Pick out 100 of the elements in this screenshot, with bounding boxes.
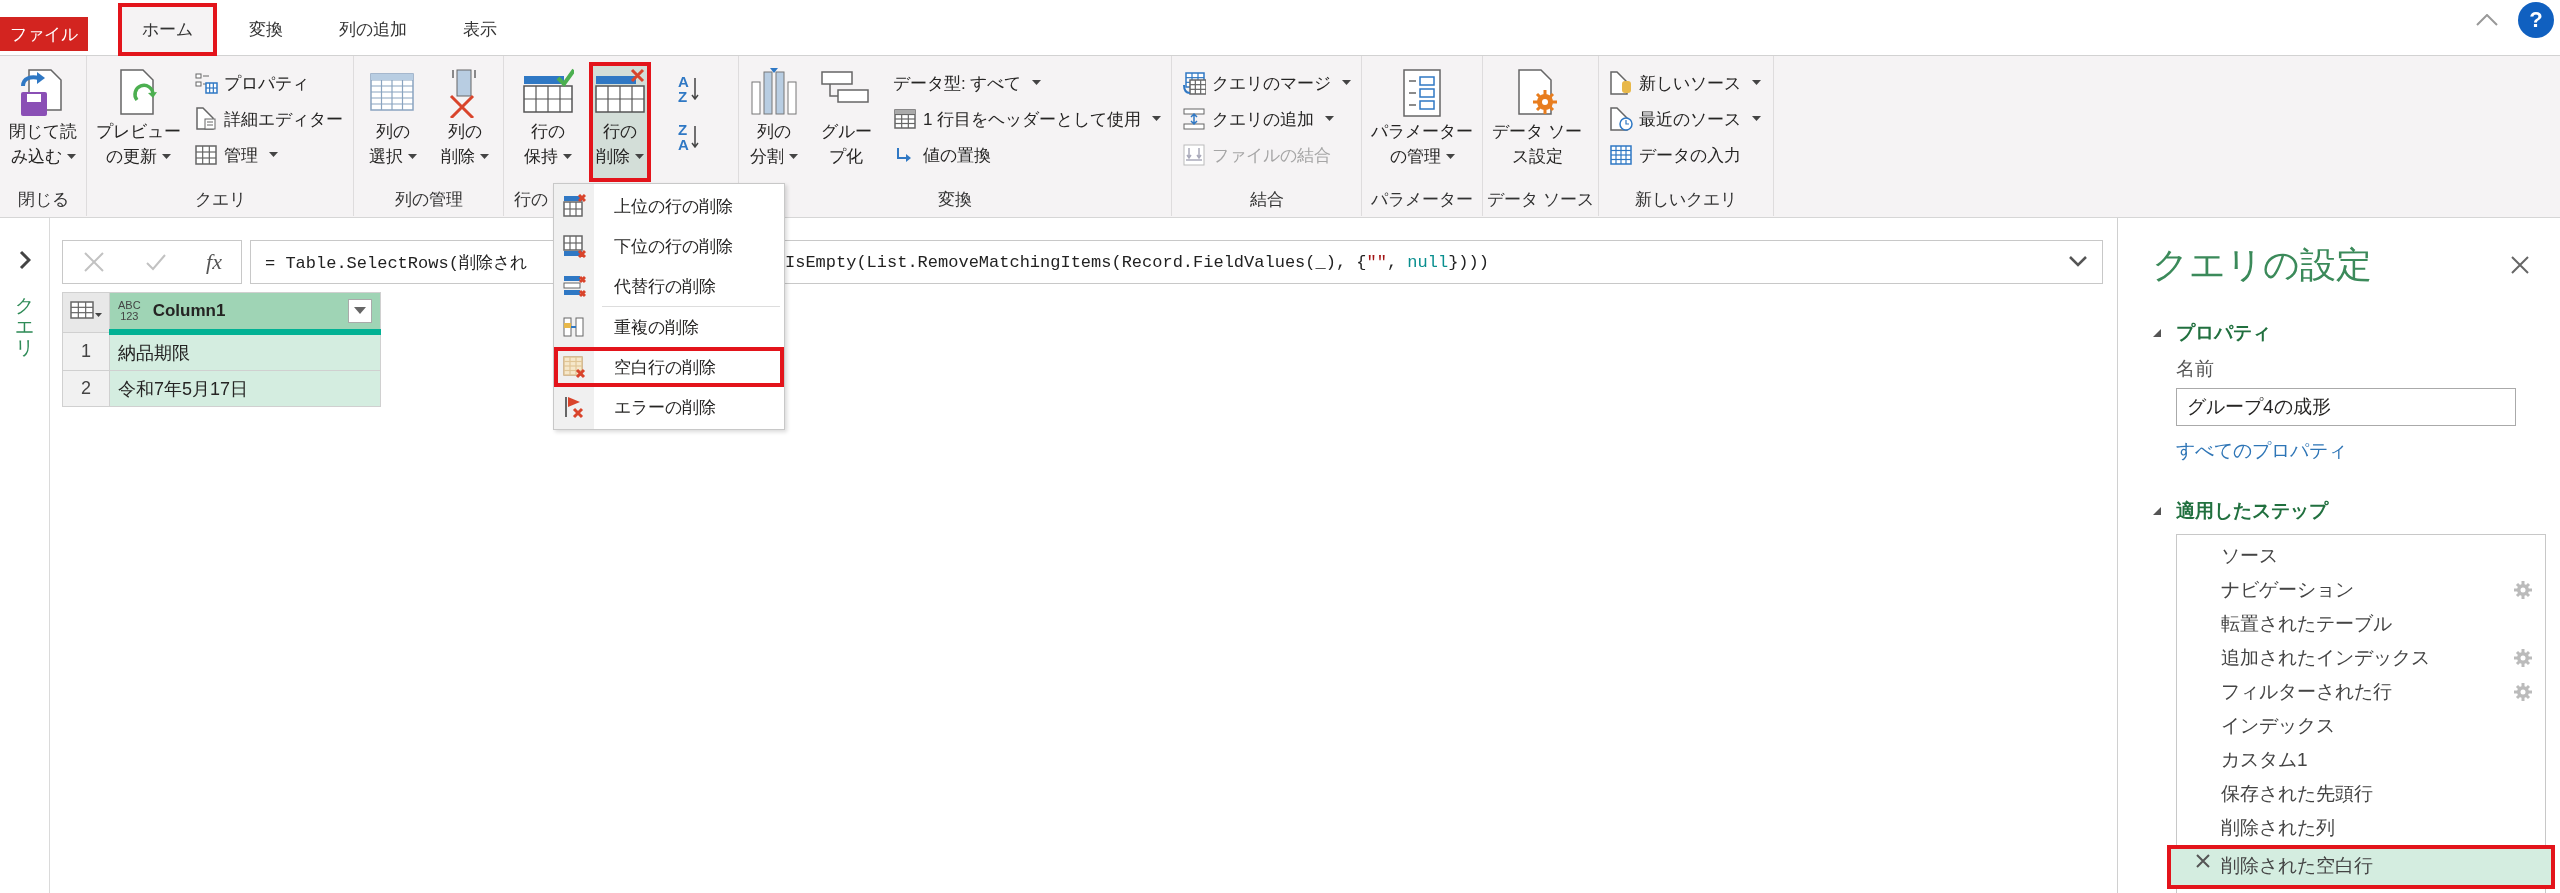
group-label: 行の [514, 188, 548, 211]
split-column-icon [748, 68, 800, 118]
error-flag-icon [562, 395, 586, 419]
ribbon-button[interactable]: クエリのマージ [1176, 66, 1358, 100]
file-tab[interactable]: ファイル [0, 17, 88, 51]
menu-item[interactable]: 下位の行の削除 [554, 226, 784, 266]
ribbon-button[interactable]: データの入力 [1602, 138, 1767, 172]
group-label: 結合 [1249, 188, 1284, 211]
editor-document-icon [194, 107, 218, 131]
applied-step[interactable]: インデックス [2177, 709, 2545, 743]
ribbon-button[interactable]: クエリの追加 [1176, 102, 1358, 136]
collapse-section-icon [2152, 506, 2162, 516]
properties-icon [194, 71, 218, 95]
ribbon-button[interactable]: データ ソー ス設定 [1487, 62, 1587, 182]
type-icon[interactable]: ABC 123 [118, 300, 141, 322]
formula-text[interactable]: = Table.SelectRows(削除され [265, 250, 541, 274]
ribbon-tab[interactable]: ホーム [118, 3, 217, 56]
caret-icon [563, 154, 572, 161]
filter-button[interactable] [348, 299, 372, 323]
caret-icon [1751, 116, 1761, 122]
applied-step[interactable]: フィルターされた行 [2177, 675, 2545, 709]
caret-icon [479, 154, 489, 161]
all-properties-link[interactable]: すべてのプロパティ [2176, 438, 2538, 464]
row-number: 1 [62, 332, 110, 371]
queries-pane-label[interactable]: クエリ [15, 296, 34, 359]
ribbon-button[interactable]: 行の 保持 [517, 62, 579, 182]
ribbon-button[interactable]: 詳細エディター [188, 102, 349, 136]
ribbon-button[interactable]: プレビュー の更新 [91, 62, 186, 182]
ribbon-button[interactable]: パラメーター の管理 [1366, 62, 1479, 182]
ribbon-button[interactable]: 1 行目をヘッダーとして使用 [887, 102, 1168, 136]
ribbon-button[interactable]: プロパティ [188, 66, 349, 100]
ribbon-button[interactable]: 閉じて読 み込む [4, 62, 82, 182]
rows-delete-icon [562, 194, 586, 218]
down-arrow-icon [690, 126, 699, 148]
applied-step[interactable]: 追加されたインデックス [2177, 641, 2545, 675]
applied-step[interactable]: 保存された先頭行 [2177, 777, 2545, 811]
ribbon-button[interactable]: 最近のソース [1602, 102, 1767, 136]
ribbon-button[interactable]: 列の 選択 [361, 62, 424, 182]
panel-title: クエリの設定 [2152, 242, 2372, 287]
column-header[interactable]: ABC 123 Column1 [109, 292, 381, 332]
sort-button[interactable]: A Z [668, 66, 709, 112]
caret-icon [162, 154, 171, 161]
table-icon [893, 107, 917, 131]
merge-icon [1182, 71, 1207, 95]
caret-icon [1325, 116, 1335, 122]
menu-item[interactable]: 上位の行の削除 [554, 186, 784, 226]
rows-delete-icon [562, 234, 586, 258]
ribbon-button[interactable]: 行の 削除 [589, 62, 651, 182]
combine-files-icon [1182, 143, 1207, 167]
applied-step[interactable]: 削除された空白行 [2167, 845, 2555, 889]
delete-step-icon [2195, 853, 2211, 869]
group-label: 列の管理 [394, 188, 463, 211]
applied-step[interactable]: カスタム1 [2177, 743, 2545, 777]
blank-rows-icon [562, 355, 586, 379]
ribbon-button[interactable]: グルー プ化 [815, 62, 877, 182]
section-heading[interactable]: プロパティ [2176, 320, 2271, 346]
ribbon-button[interactable]: 列の 分割 [743, 62, 805, 182]
menu-item[interactable]: エラーの削除 [554, 387, 784, 427]
append-icon [1182, 107, 1207, 131]
menu-item[interactable]: 代替行の削除 [554, 266, 784, 306]
gear-icon [2513, 580, 2533, 600]
ribbon-button[interactable]: 値の置換 [887, 138, 1168, 172]
caret-icon [407, 154, 417, 161]
table-cell: 令和7年5月17日 [109, 370, 381, 407]
caret-icon [1032, 80, 1042, 86]
menu-item[interactable]: 空白行の削除 [554, 347, 784, 387]
clock-document-icon [1608, 107, 1633, 131]
cancel-icon [82, 250, 106, 274]
alternate-rows-icon [562, 274, 586, 298]
caret-icon [354, 307, 366, 315]
name-field[interactable]: グループ4の成形 [2176, 388, 2516, 426]
applied-step[interactable]: ソース [2177, 539, 2545, 573]
ribbon-button[interactable]: 列の 削除 [433, 62, 496, 182]
help-button[interactable]: ? [2518, 2, 2554, 38]
ribbon-tab[interactable]: 変換 [225, 3, 307, 55]
collapse-icon [2476, 14, 2498, 26]
insert-function-button[interactable]: fx [206, 249, 222, 275]
applied-step[interactable]: 削除された列 [2177, 811, 2545, 845]
ribbon-button[interactable]: 管理 [188, 138, 349, 172]
chevron-down-icon [2068, 254, 2088, 267]
sort-button[interactable]: Z A [668, 114, 709, 160]
group-label: データ ソース [1487, 188, 1594, 211]
section-heading[interactable]: 適用したステップ [2176, 498, 2328, 524]
ribbon-button[interactable]: データ型: すべて [887, 66, 1168, 100]
formula-text[interactable]: IsEmpty(List.RemoveMatchingItems(Record.FieldValues(_), {"", null}))) [785, 252, 1489, 272]
caret-icon [635, 154, 644, 161]
group-label: クエリ [194, 188, 246, 211]
ribbon-tab[interactable]: 表示 [439, 3, 521, 55]
caret-icon [1342, 80, 1352, 86]
applied-step[interactable]: ナビゲーション [2177, 573, 2545, 607]
ribbon-button[interactable]: 新しいソース [1602, 66, 1767, 100]
applied-step[interactable]: 転置されたテーブル [2177, 607, 2545, 641]
caret-icon [789, 154, 798, 161]
caret-icon [269, 152, 278, 158]
ribbon-tab[interactable]: 列の追加 [315, 3, 431, 55]
close-icon [2510, 255, 2530, 275]
caret-icon [1445, 154, 1455, 161]
menu-item[interactable]: 重複の削除 [554, 307, 784, 347]
group-label: 変換 [938, 188, 973, 211]
row-number: 2 [62, 370, 110, 407]
